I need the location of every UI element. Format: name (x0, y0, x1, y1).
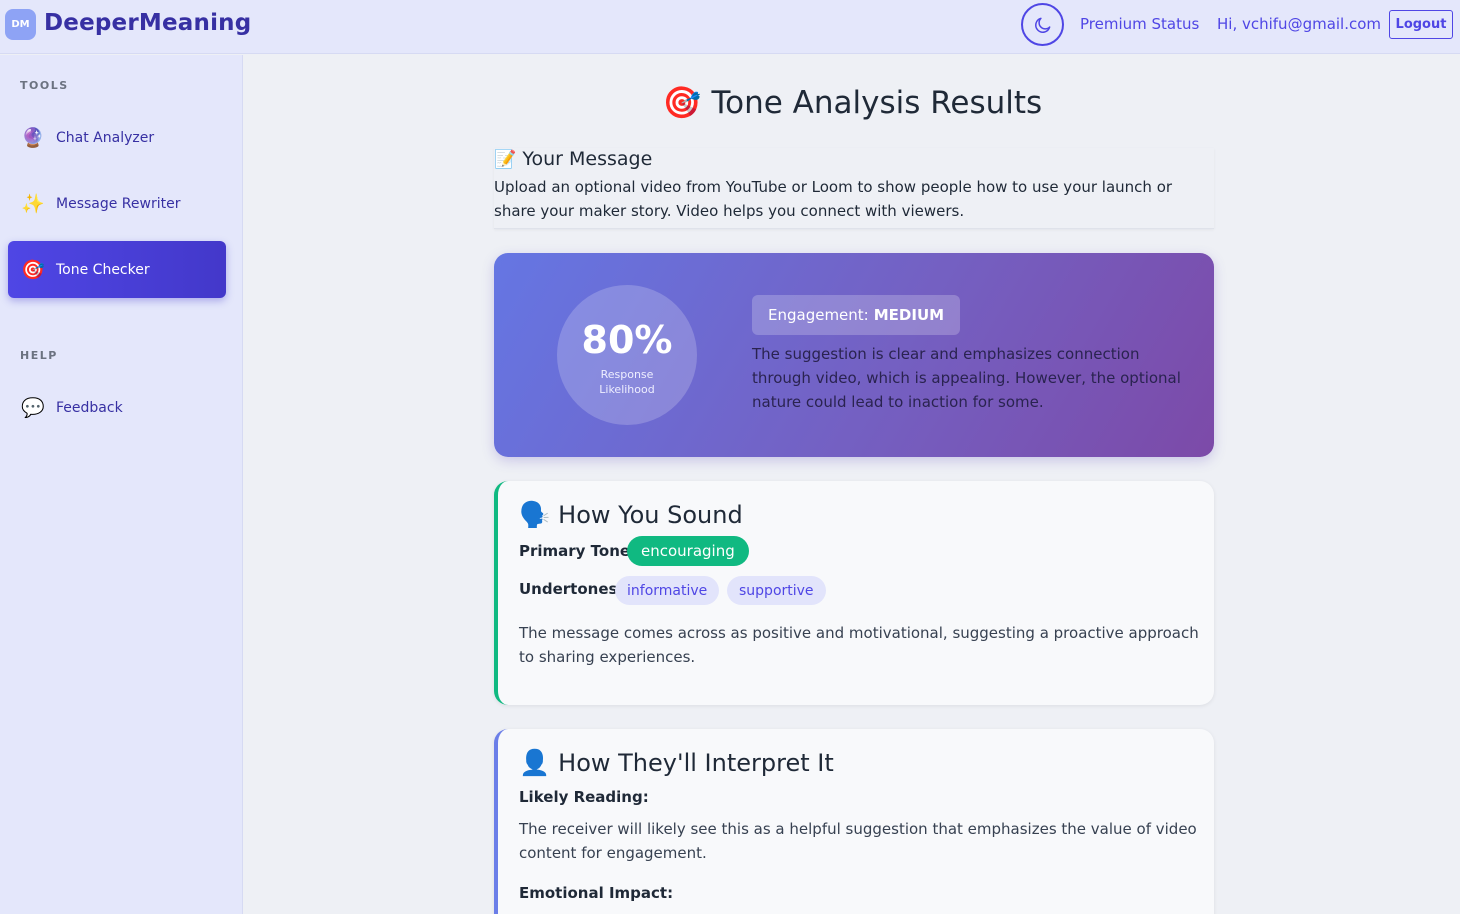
sidebar-item-label: Chat Analyzer (56, 129, 155, 146)
page-title-text: Tone Analysis Results (711, 84, 1043, 121)
sidebar-item-label: Message Rewriter (56, 195, 181, 212)
interpretation-card: 👤 How They'll Interpret It Likely Readin… (494, 729, 1214, 914)
engagement-badge: Engagement: MEDIUM (752, 295, 961, 335)
sidebar-item-message-rewriter[interactable]: ✨ Message Rewriter (8, 175, 226, 232)
undertone-badge: informative (615, 576, 720, 605)
premium-status-link[interactable]: Premium Status (1080, 15, 1199, 33)
your-message-heading: 📝 Your Message (494, 148, 1214, 170)
how-you-sound-card: 🗣️ How You Sound Primary Tone: encouragi… (494, 481, 1214, 705)
speaking-head-icon: 🗣️ (519, 500, 551, 529)
sparkles-icon: ✨ (21, 193, 45, 215)
sidebar-item-label: Feedback (56, 399, 123, 416)
your-message-heading-text: Your Message (522, 148, 653, 170)
primary-tone-badge: encouraging (627, 536, 749, 566)
top-header: DM DeeperMeaning Premium Status Hi, vchi… (0, 0, 1460, 54)
likely-reading-text: The receiver will likely see this as a h… (519, 820, 1197, 862)
likely-reading-label: Likely Reading: (519, 788, 649, 806)
undertones-label: Undertones: (519, 580, 624, 598)
sidebar: TOOLS 🔮 Chat Analyzer ✨ Message Rewriter… (0, 55, 243, 914)
how-you-sound-heading-text: How You Sound (558, 501, 743, 529)
memo-icon: 📝 (494, 148, 517, 170)
sidebar-item-tone-checker[interactable]: 🎯 Tone Checker (8, 241, 226, 298)
interpretation-heading: 👤 How They'll Interpret It (519, 748, 834, 778)
target-icon: 🎯 (662, 85, 702, 121)
logo-badge[interactable]: DM (5, 9, 36, 40)
theme-toggle-button[interactable] (1021, 3, 1064, 46)
likelihood-label: Response Likelihood (557, 367, 697, 397)
likelihood-percent: 80% (581, 318, 673, 362)
moon-icon (1034, 17, 1050, 33)
crystal-ball-icon: 🔮 (21, 127, 45, 149)
engagement-label: Engagement: (768, 306, 869, 324)
target-icon: 🎯 (21, 259, 45, 281)
your-message-card: 📝 Your Message Upload an optional video … (494, 148, 1214, 229)
how-you-sound-heading: 🗣️ How You Sound (519, 500, 743, 530)
score-description: The suggestion is clear and emphasizes c… (752, 345, 1181, 411)
interpretation-heading-text: How They'll Interpret It (558, 749, 834, 777)
speech-bubble-icon: 💬 (21, 397, 45, 419)
person-silhouette-icon: 👤 (519, 748, 551, 777)
likelihood-label-line2: Likelihood (599, 383, 655, 396)
engagement-value: MEDIUM (873, 306, 945, 324)
primary-tone-label: Primary Tone: (519, 542, 637, 560)
logout-button[interactable]: Logout (1389, 10, 1453, 39)
likelihood-label-line1: Response (600, 368, 654, 381)
sidebar-item-feedback[interactable]: 💬 Feedback (8, 379, 226, 436)
your-message-text: Upload an optional video from YouTube or… (494, 178, 1173, 220)
undertone-badge: supportive (727, 576, 826, 605)
brand-name[interactable]: DeeperMeaning (44, 10, 251, 36)
page-title: 🎯 Tone Analysis Results (0, 84, 1460, 122)
emotional-impact-label: Emotional Impact: (519, 884, 674, 902)
how-you-sound-description: The message comes across as positive and… (519, 624, 1199, 666)
response-likelihood-card: 80% Response Likelihood Engagement: MEDI… (494, 253, 1214, 457)
likelihood-circle: 80% Response Likelihood (557, 285, 697, 425)
sidebar-section-help: HELP (20, 349, 58, 362)
sidebar-item-label: Tone Checker (56, 261, 150, 278)
user-greeting: Hi, vchifu@gmail.com (1217, 15, 1382, 33)
